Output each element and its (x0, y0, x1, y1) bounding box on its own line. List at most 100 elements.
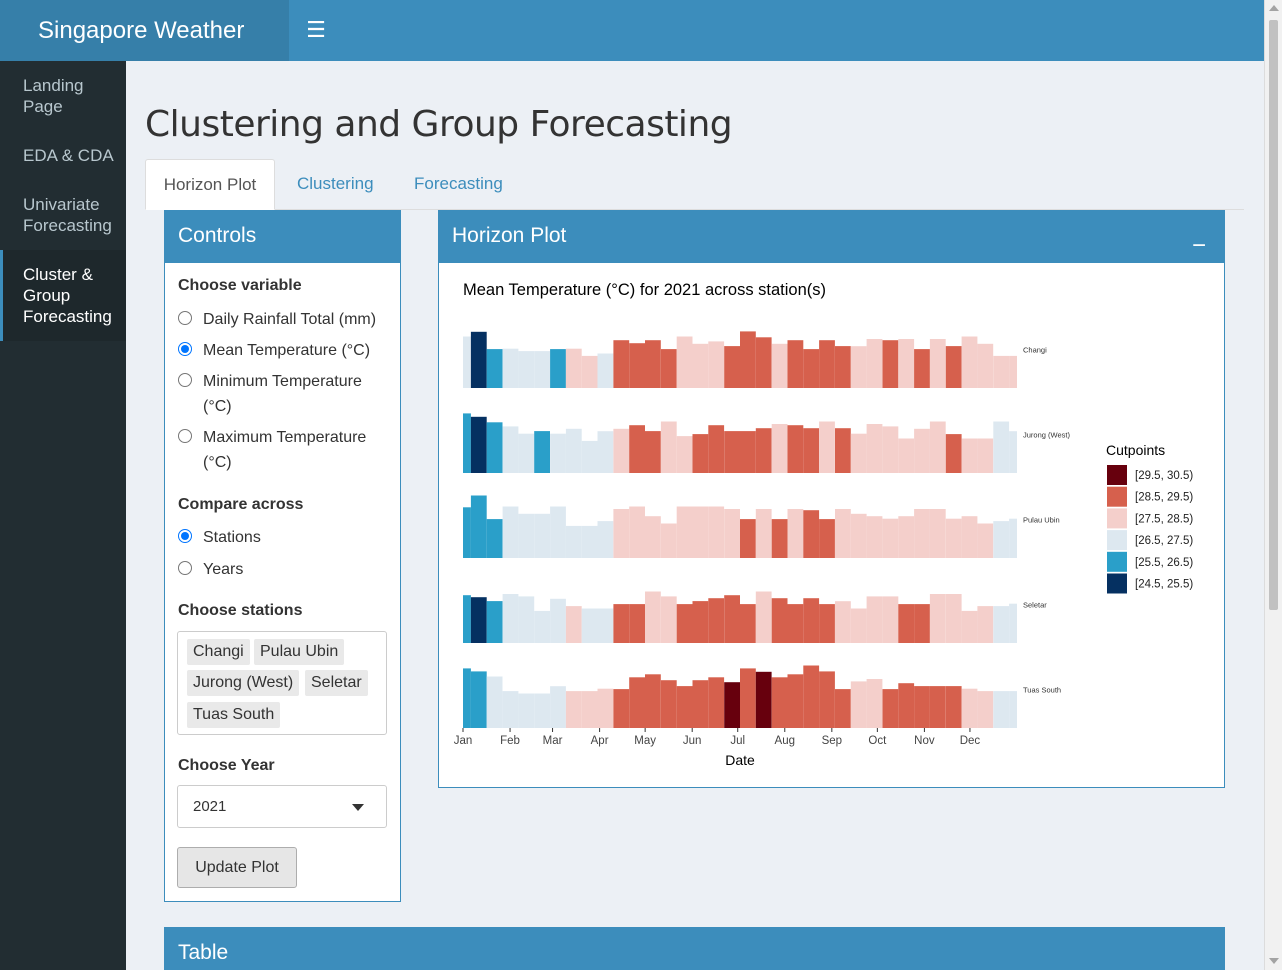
horizon-band (819, 519, 835, 558)
x-tick-label: Jul (730, 735, 745, 747)
horizon-band (755, 509, 772, 558)
radio-label: Stations (203, 529, 261, 546)
tab-clustering[interactable]: Clustering (277, 159, 394, 210)
horizon-band (518, 596, 535, 643)
horizon-band (629, 604, 645, 643)
horizon-band (581, 440, 598, 473)
horizon-band (597, 431, 614, 473)
radio-button-checked[interactable] (178, 529, 192, 543)
stations-multiselect[interactable]: Changi Pulau Ubin Jurong (West) Seletar … (177, 631, 387, 735)
horizon-band (486, 519, 503, 558)
horizon-chart: Mean Temperature (°C) for 2021 across st… (454, 281, 1194, 768)
x-tick-label: Dec (960, 735, 981, 747)
radio-button[interactable] (178, 429, 192, 443)
horizon-band (993, 521, 1010, 558)
sidebar-toggle-button[interactable]: ☰ (289, 0, 343, 61)
horizon-band (755, 428, 772, 473)
horizon-band (518, 513, 535, 558)
horizon-band (550, 433, 566, 473)
horizon-band (819, 671, 835, 728)
horizon-band (740, 331, 756, 388)
horizon-band (645, 591, 661, 643)
horizon-band (835, 509, 851, 558)
horizon-band (463, 668, 471, 728)
station-chip[interactable]: Jurong (West) (187, 670, 300, 696)
horizon-band (565, 691, 582, 728)
horizon-band (945, 594, 962, 643)
horizon-band (977, 438, 994, 473)
horizon-band (581, 608, 598, 643)
horizon-band (977, 523, 994, 558)
scroll-up-icon[interactable] (1269, 5, 1279, 11)
app-title[interactable]: Singapore Weather (0, 0, 289, 61)
horizon-band (629, 425, 645, 473)
radio-label: Daily Rainfall Total (mm) (203, 311, 377, 328)
station-chip[interactable]: Changi (187, 639, 250, 665)
horizon-band (708, 598, 725, 643)
horizon-band (597, 688, 614, 728)
horizon-band (463, 595, 471, 643)
horizon-band (629, 343, 645, 388)
radio-stations[interactable]: Stations (178, 527, 393, 549)
horizon-band (771, 677, 788, 728)
horizon-band (660, 421, 677, 473)
tab-horizon-plot[interactable]: Horizon Plot (145, 159, 275, 210)
x-tick-label: Sep (822, 735, 842, 747)
horizon-band (914, 604, 930, 643)
horizon-band (550, 686, 566, 728)
scroll-thumb[interactable] (1269, 20, 1278, 610)
radio-daily-rainfall[interactable]: Daily Rainfall Total (mm) (178, 309, 393, 331)
station-chip[interactable]: Seletar (305, 670, 368, 696)
horizon-band (645, 516, 661, 558)
radio-mean-temperature[interactable]: Mean Temperature (°C) (178, 340, 393, 362)
station-chip[interactable]: Tuas South (187, 702, 281, 728)
horizon-band (835, 428, 851, 473)
radio-button-checked[interactable] (178, 342, 192, 356)
radio-minimum-temperature[interactable]: Minimum Temperature (°C) (178, 371, 393, 417)
horizon-band (771, 424, 788, 473)
horizon-band (882, 518, 899, 558)
horizon-band (534, 513, 550, 558)
horizon-band (463, 336, 471, 388)
legend-label: [26.5, 27.5) (1135, 535, 1193, 547)
horizon-band (645, 431, 661, 473)
tab-forecasting[interactable]: Forecasting (394, 159, 523, 210)
sidebar: Landing Page EDA & CDA Univariate Foreca… (0, 61, 126, 970)
scroll-down-icon[interactable] (1269, 958, 1279, 964)
radio-maximum-temperature[interactable]: Maximum Temperature (°C) (178, 427, 393, 473)
horizon-band (819, 604, 835, 643)
horizon-band (755, 591, 772, 643)
chart-title: Mean Temperature (°C) for 2021 across st… (463, 281, 826, 299)
sidebar-item-landing-page[interactable]: Landing Page (0, 61, 126, 131)
station-chip[interactable]: Pulau Ubin (254, 639, 345, 665)
radio-button[interactable] (178, 311, 192, 325)
year-select-value: 2021 (193, 798, 227, 815)
horizon-band (534, 693, 550, 728)
tab-bar: Horizon Plot Clustering Forecasting (145, 159, 1244, 210)
horizon-band (597, 608, 614, 643)
update-plot-button[interactable]: Update Plot (177, 847, 297, 888)
radio-button[interactable] (178, 561, 192, 575)
horizon-band (945, 346, 962, 388)
sidebar-item-univariate-forecasting[interactable]: Univariate Forecasting (0, 180, 126, 250)
radio-button[interactable] (178, 373, 192, 387)
horizon-band (724, 509, 740, 558)
year-select[interactable]: 2021 (177, 785, 387, 828)
horizon-band (581, 355, 598, 388)
x-tick-label: Oct (868, 735, 887, 747)
page-scrollbar[interactable] (1264, 0, 1282, 970)
horizon-band (486, 601, 503, 643)
horizon-band (550, 506, 566, 558)
radio-years[interactable]: Years (178, 559, 393, 581)
sidebar-item-cluster-group-forecasting[interactable]: Cluster & Group Forecasting (0, 250, 126, 341)
horizon-band (613, 509, 630, 558)
horizon-band (914, 349, 930, 388)
horizon-band (613, 428, 630, 473)
horizon-band (676, 506, 693, 558)
horizon-band (692, 343, 709, 388)
horizon-band (645, 674, 661, 728)
sidebar-item-eda-cda[interactable]: EDA & CDA (0, 131, 126, 180)
horizon-band (819, 340, 835, 388)
horizon-band (629, 677, 645, 728)
horizon-band (961, 438, 978, 473)
